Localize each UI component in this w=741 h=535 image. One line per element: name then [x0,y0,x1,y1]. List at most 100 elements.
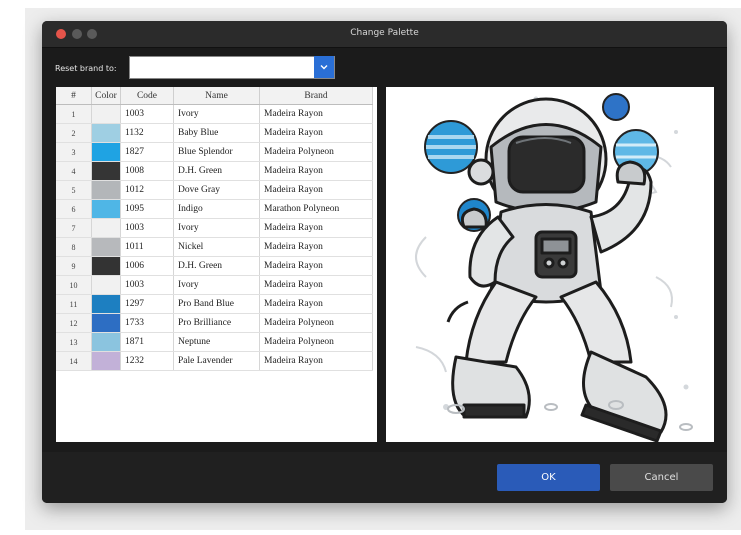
row-number: 13 [56,332,92,352]
title-bar: Change Palette [42,21,727,48]
color-code: 1003 [120,275,174,295]
color-code: 1095 [120,199,174,219]
row-number: 10 [56,275,92,295]
color-brand: Madeira Polyneon [259,142,373,162]
color-code: 1232 [120,351,174,371]
astronaut-design-preview [415,93,693,443]
color-code: 1003 [120,104,174,124]
color-brand: Madeira Rayon [259,161,373,181]
row-number: 1 [56,104,92,124]
color-swatch[interactable] [91,123,121,143]
header-code[interactable]: Code [120,87,174,105]
color-name: Baby Blue [173,123,260,143]
color-brand: Madeira Rayon [259,104,373,124]
color-brand: Madeira Rayon [259,256,373,276]
table-row[interactable]: 11 1297 Pro Band Blue Madeira Rayon [56,294,373,314]
row-number: 14 [56,351,92,371]
color-swatch[interactable] [91,332,121,352]
color-name: Neptune [173,332,260,352]
window-title: Change Palette [350,28,419,38]
color-brand: Madeira Polyneon [259,332,373,352]
color-swatch[interactable] [91,313,121,333]
color-brand: Madeira Rayon [259,275,373,295]
table-row[interactable]: 9 1006 D.H. Green Madeira Rayon [56,256,373,276]
change-palette-dialog: Change Palette Reset brand to: # Color C… [42,21,727,503]
table-row[interactable]: 8 1011 Nickel Madeira Rayon [56,237,373,257]
table-row[interactable]: 13 1871 Neptune Madeira Polyneon [56,332,373,352]
color-brand: Madeira Rayon [259,218,373,238]
color-name: Nickel [173,237,260,257]
row-number: 8 [56,237,92,257]
color-swatch[interactable] [91,142,121,162]
color-swatch[interactable] [91,256,121,276]
row-number: 11 [56,294,92,314]
color-brand: Madeira Polyneon [259,313,373,333]
header-brand[interactable]: Brand [259,87,373,105]
color-code: 1003 [120,218,174,238]
row-number: 4 [56,161,92,181]
table-row[interactable]: 12 1733 Pro Brilliance Madeira Polyneon [56,313,373,333]
color-swatch[interactable] [91,294,121,314]
color-name: D.H. Green [173,256,260,276]
reset-brand-select[interactable] [129,56,335,79]
color-brand: Madeira Rayon [259,237,373,257]
color-brand: Madeira Rayon [259,351,373,371]
ok-button[interactable]: OK [497,464,600,491]
color-name: Pro Band Blue [173,294,260,314]
color-name: Pale Lavender [173,351,260,371]
color-name: Dove Gray [173,180,260,200]
row-number: 7 [56,218,92,238]
color-swatch[interactable] [91,275,121,295]
palette-table: # Color Code Name Brand 1 1003 Ivory Madeir… [56,87,373,371]
color-swatch[interactable] [91,351,121,371]
color-swatch[interactable] [91,161,121,181]
color-name: Indigo [173,199,260,219]
color-code: 1008 [120,161,174,181]
cancel-button[interactable]: Cancel [610,464,713,491]
table-row[interactable]: 14 1232 Pale Lavender Madeira Rayon [56,351,373,371]
table-row[interactable]: 4 1008 D.H. Green Madeira Rayon [56,161,373,181]
table-row[interactable]: 7 1003 Ivory Madeira Rayon [56,218,373,238]
color-swatch[interactable] [91,104,121,124]
color-code: 1132 [120,123,174,143]
color-name: D.H. Green [173,161,260,181]
table-row[interactable]: 3 1827 Blue Splendor Madeira Polyneon [56,142,373,162]
color-code: 1012 [120,180,174,200]
reset-brand-label: Reset brand to: [55,64,117,73]
row-number: 3 [56,142,92,162]
color-brand: Madeira Rayon [259,294,373,314]
header-number[interactable]: # [56,87,92,105]
color-code: 1827 [120,142,174,162]
table-row[interactable]: 1 1003 Ivory Madeira Rayon [56,104,373,124]
row-number: 6 [56,199,92,219]
table-header-row: # Color Code Name Brand [56,87,373,105]
color-code: 1297 [120,294,174,314]
color-brand: Madeira Rayon [259,180,373,200]
color-name: Ivory [173,218,260,238]
table-row[interactable]: 6 1095 Indigo Marathon Polyneon [56,199,373,219]
color-name: Blue Splendor [173,142,260,162]
palette-table-panel: # Color Code Name Brand 1 1003 Ivory Madeir… [56,87,377,442]
reset-brand-dropdown-button[interactable] [314,56,334,78]
color-name: Pro Brilliance [173,313,260,333]
row-number: 12 [56,313,92,333]
row-number: 5 [56,180,92,200]
row-number: 9 [56,256,92,276]
chevron-down-icon [320,64,328,69]
header-color[interactable]: Color [91,87,121,105]
color-code: 1733 [120,313,174,333]
color-code: 1871 [120,332,174,352]
table-row[interactable]: 5 1012 Dove Gray Madeira Rayon [56,180,373,200]
color-swatch[interactable] [91,237,121,257]
color-code: 1011 [120,237,174,257]
color-brand: Marathon Polyneon [259,199,373,219]
header-name[interactable]: Name [173,87,260,105]
design-preview-panel [386,87,714,443]
table-row[interactable]: 2 1132 Baby Blue Madeira Rayon [56,123,373,143]
color-swatch[interactable] [91,199,121,219]
color-brand: Madeira Rayon [259,123,373,143]
color-code: 1006 [120,256,174,276]
color-swatch[interactable] [91,180,121,200]
color-swatch[interactable] [91,218,121,238]
table-row[interactable]: 10 1003 Ivory Madeira Rayon [56,275,373,295]
